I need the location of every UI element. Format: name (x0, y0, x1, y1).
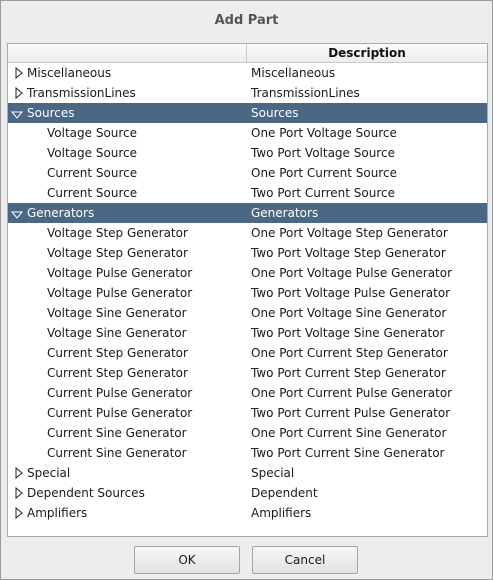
row-name: Voltage Source (47, 126, 138, 140)
triangle-right-icon[interactable] (15, 63, 27, 83)
tree-part-row[interactable]: Current Pulse Generator One Port Current … (8, 383, 487, 403)
row-description: Generators (251, 206, 319, 220)
row-name: Current Step Generator (47, 366, 188, 380)
row-description: Miscellaneous (251, 66, 336, 80)
row-name: Dependent Sources (27, 486, 145, 500)
row-description: Two Port Current Source (251, 186, 396, 200)
row-name: Voltage Step Generator (47, 226, 188, 240)
row-description: One Port Current Source (251, 166, 397, 180)
row-description: One Port Voltage Sine Generator (251, 306, 447, 320)
tree-part-row[interactable]: Voltage Step Generator Two Port Voltage S… (8, 243, 487, 263)
dialog-title: Add Part (214, 12, 279, 28)
tree-category-row[interactable]: Amplifiers Amplifiers (8, 503, 487, 523)
row-description: One Port Voltage Source (251, 126, 397, 140)
tree-part-row[interactable]: Voltage Step Generator One Port Voltage S… (8, 223, 487, 243)
row-description: Two Port Current Pulse Generator (251, 406, 451, 420)
row-description: One Port Voltage Step Generator (251, 226, 448, 240)
tree-part-row[interactable]: Voltage Sine Generator One Port Voltage S… (8, 303, 487, 323)
triangle-right-icon[interactable] (15, 503, 27, 523)
tree-category-row[interactable]: Special Special (8, 463, 487, 483)
row-name: Miscellaneous (27, 66, 112, 80)
row-name: Voltage Pulse Generator (47, 266, 193, 280)
ok-button[interactable]: OK (134, 546, 240, 574)
tree-part-row[interactable]: Current Source One Port Current Source (8, 163, 487, 183)
tree-part-row[interactable]: Current Sine Generator One Port Current S… (8, 423, 487, 443)
row-description: Two Port Current Sine Generator (251, 446, 445, 460)
row-description: One Port Current Sine Generator (251, 426, 447, 440)
row-name: Current Pulse Generator (47, 386, 193, 400)
row-description: Special (251, 466, 295, 480)
cancel-button[interactable]: Cancel (252, 546, 358, 574)
row-description: One Port Current Pulse Generator (251, 386, 453, 400)
row-description: TransmissionLines (251, 86, 360, 100)
row-description: Sources (251, 106, 299, 120)
dialog-button-bar: OK Cancel (1, 539, 492, 579)
tree-part-row[interactable]: Current Step Generator One Port Current S… (8, 343, 487, 363)
row-name: Special (27, 466, 71, 480)
row-name: Voltage Step Generator (47, 246, 188, 260)
row-description: Amplifiers (251, 506, 312, 520)
tree-part-row[interactable]: Voltage Pulse Generator Two Port Voltage … (8, 283, 487, 303)
row-name: Sources (27, 106, 75, 120)
tree-part-row[interactable]: Current Pulse Generator Two Port Current … (8, 403, 487, 423)
tree-category-row[interactable]: Miscellaneous Miscellaneous (8, 63, 487, 83)
row-name: Current Step Generator (47, 346, 188, 360)
row-name: Voltage Source (47, 146, 138, 160)
triangle-right-icon[interactable] (15, 483, 27, 503)
row-name: Voltage Sine Generator (47, 326, 187, 340)
add-part-dialog: Add Part Description Miscellaneous Miscel… (0, 0, 493, 580)
tree-part-row[interactable]: Current Step Generator Two Port Current S… (8, 363, 487, 383)
column-header-description[interactable]: Description (247, 44, 487, 62)
tree-part-row[interactable]: Voltage Pulse Generator One Port Voltage … (8, 263, 487, 283)
tree-category-row[interactable]: Dependent Sources Dependent (8, 483, 487, 503)
row-description: One Port Current Step Generator (251, 346, 448, 360)
triangle-right-icon[interactable] (15, 463, 27, 483)
row-name: Current Source (47, 166, 138, 180)
tree-category-row[interactable]: Generators Generators (8, 203, 487, 223)
tree-part-row[interactable]: Voltage Source Two Port Voltage Source (8, 143, 487, 163)
row-description: One Port Voltage Pulse Generator (251, 266, 453, 280)
triangle-down-icon[interactable] (11, 203, 23, 223)
tree-category-row[interactable]: Sources Sources (8, 103, 487, 123)
row-name: Current Source (47, 186, 138, 200)
row-name: Voltage Pulse Generator (47, 286, 193, 300)
row-name: Current Sine Generator (47, 426, 187, 440)
row-name: Voltage Sine Generator (47, 306, 187, 320)
row-name: Current Sine Generator (47, 446, 187, 460)
triangle-down-icon[interactable] (11, 103, 23, 123)
row-name: Generators (27, 206, 95, 220)
tree-part-row[interactable]: Current Sine Generator Two Port Current S… (8, 443, 487, 463)
row-description: Two Port Current Step Generator (251, 366, 446, 380)
tree-category-row[interactable]: TransmissionLines TransmissionLines (8, 83, 487, 103)
tree-part-row[interactable]: Current Source Two Port Current Source (8, 183, 487, 203)
row-name: Current Pulse Generator (47, 406, 193, 420)
row-description: Two Port Voltage Step Generator (251, 246, 446, 260)
row-description: Dependent (251, 486, 318, 500)
table-header: Description (8, 44, 487, 63)
tree-part-row[interactable]: Voltage Source One Port Voltage Source (8, 123, 487, 143)
row-name: Amplifiers (27, 506, 88, 520)
parts-tree-table[interactable]: Description Miscellaneous Miscellaneous Tr… (7, 43, 488, 537)
column-header-name[interactable] (8, 44, 247, 62)
row-description: Two Port Voltage Sine Generator (251, 326, 445, 340)
triangle-right-icon[interactable] (15, 83, 27, 103)
row-name: TransmissionLines (27, 86, 136, 100)
tree-rows: Miscellaneous Miscellaneous TransmissionLi… (8, 63, 487, 523)
row-description: Two Port Voltage Source (251, 146, 395, 160)
row-description: Two Port Voltage Pulse Generator (251, 286, 451, 300)
tree-part-row[interactable]: Voltage Sine Generator Two Port Voltage S… (8, 323, 487, 343)
